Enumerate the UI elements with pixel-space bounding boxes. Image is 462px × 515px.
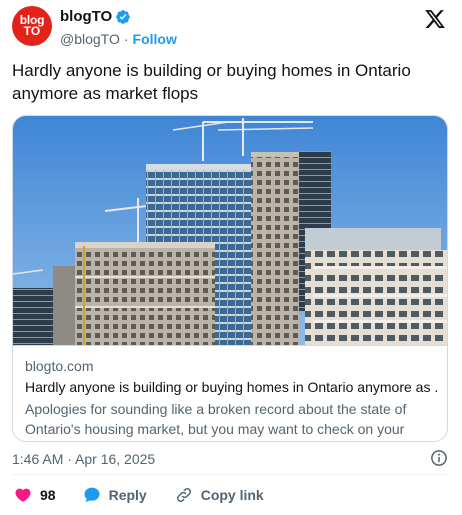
author-handle-row: @blogTO · Follow — [60, 31, 177, 47]
verified-badge-icon — [116, 9, 131, 24]
follow-button[interactable]: Follow — [133, 31, 177, 47]
speech-bubble-icon — [84, 487, 100, 502]
card-domain: blogto.com — [25, 358, 94, 374]
avatar-text-line2: TO — [23, 24, 41, 38]
author-display-name[interactable]: blogTO — [60, 8, 112, 25]
tweet-timestamp[interactable]: 1:46 AM · Apr 16, 2025 — [12, 451, 155, 467]
info-icon[interactable] — [430, 449, 448, 467]
link-icon — [176, 487, 191, 503]
card-text-area[interactable]: blogto.com Hardly anyone is building or … — [13, 345, 447, 441]
heart-icon — [15, 488, 31, 502]
x-logo-icon[interactable] — [424, 8, 446, 30]
reply-button[interactable]: Reply — [83, 486, 147, 504]
author-handle[interactable]: @blogTO — [60, 31, 120, 47]
tweet-text: Hardly anyone is building or buying home… — [12, 61, 411, 103]
copy-link-button[interactable]: Copy link — [175, 486, 264, 504]
copy-link-label: Copy link — [200, 487, 264, 503]
author-name-row[interactable]: blogTO — [60, 8, 131, 25]
divider — [12, 474, 448, 475]
tweet-embed: blog TO blogTO @blogTO · Follow Hardly a… — [0, 0, 462, 515]
card-title: Hardly anyone is building or buying home… — [25, 379, 437, 395]
avatar[interactable]: blog TO — [12, 6, 52, 46]
card-description: Apologies for sounding like a broken rec… — [25, 401, 407, 437]
action-bar: 98 Reply Copy link — [12, 484, 264, 506]
link-card[interactable]: blogto.com Hardly anyone is building or … — [12, 115, 448, 442]
like-button[interactable]: 98 — [14, 486, 56, 504]
reply-label: Reply — [108, 487, 147, 503]
separator-dot: · — [123, 31, 129, 47]
like-count: 98 — [40, 487, 56, 503]
card-image-condo-construction[interactable] — [13, 116, 448, 345]
